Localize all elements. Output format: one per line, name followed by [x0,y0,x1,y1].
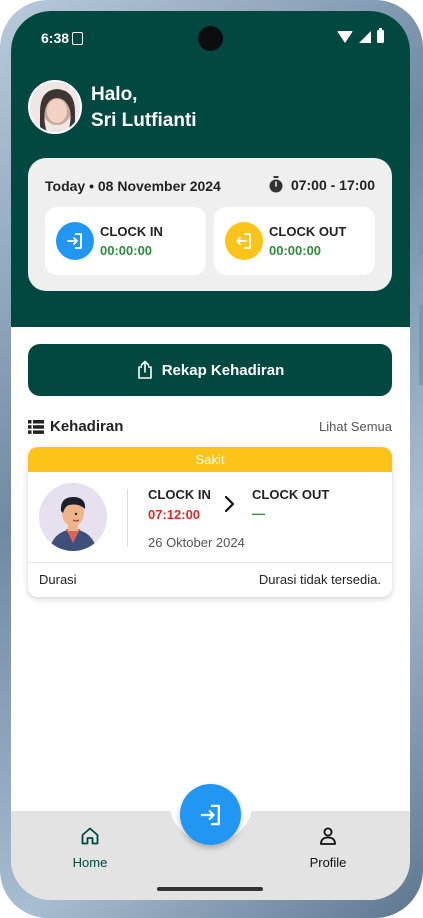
attendance-section-header: Kehadiran Lihat Semua [28,416,392,438]
user-avatar[interactable] [28,80,82,134]
sim-icon [72,32,83,45]
shift-hours: 07:00 - 17:00 [268,176,375,193]
status-time: 6:38 [41,30,70,46]
stopwatch-icon [269,176,283,193]
attendance-avatar [39,483,107,551]
login-icon [200,804,220,825]
attendance-clock-out-label: CLOCK OUT [252,487,330,502]
greeting-hello: Halo, [91,84,138,105]
attendance-separator [28,562,392,563]
status-icons [337,28,384,43]
wifi-icon [337,30,353,43]
see-all-link[interactable]: Lihat Semua [319,419,392,434]
shift-hours-text: 07:00 - 17:00 [290,176,375,193]
gesture-bar[interactable] [157,887,263,891]
nav-home-label: Home [72,855,108,870]
nav-home[interactable]: Home [45,826,135,870]
clock-out-box[interactable]: CLOCK OUT 00:00:00 [214,207,375,275]
person-icon [320,827,336,845]
battery-icon [377,28,384,43]
attendance-card[interactable]: Sakit CLOCK IN 07:12:00 CLOCK OUT — 26 O… [28,447,392,597]
camera-cutout [198,26,223,51]
nav-profile-label: Profile [309,855,347,870]
rekap-kehadiran-button[interactable]: Rekap Kehadiran [28,344,392,396]
power-button [419,305,423,385]
user-name: Sri Lutfianti [91,110,197,131]
attendance-date: 26 Oktober 2024 [148,535,245,550]
volume-button [419,195,423,255]
clock-in-fab[interactable] [180,784,241,845]
list-icon [28,419,44,434]
attendance-clock-out-value: — [252,506,265,521]
attendance-title: Kehadiran [28,418,123,435]
clock-in-box[interactable]: CLOCK IN 00:00:00 [45,207,206,275]
clock-out-label: CLOCK OUT [269,224,347,239]
header: 6:38 Halo, Sri Lutfianti Today • 08 Nove… [11,11,410,327]
duration-value: Durasi tidak tersedia. [258,572,381,587]
attendance-clock-in-value: 07:12:00 [148,507,201,522]
login-icon [56,222,94,260]
phone-frame: 6:38 Halo, Sri Lutfianti Today • 08 Nove… [0,0,423,918]
status-bar: 6:38 [11,11,410,67]
duration-label: Durasi [39,572,77,587]
today-card: Today • 08 November 2024 07:00 - 17:00 C… [28,158,392,291]
avatar-image [30,82,80,132]
screen: 6:38 Halo, Sri Lutfianti Today • 08 Nove… [11,11,410,900]
clock-out-value: 00:00:00 [269,243,322,258]
signal-icon [359,30,371,43]
attendance-status-badge: Sakit [28,447,392,472]
today-date: Today • 08 November 2024 [45,178,221,194]
clock-in-value: 00:00:00 [100,243,153,258]
person-illustration [39,483,107,551]
home-icon [81,827,99,845]
attendance-clock-in-label: CLOCK IN [148,487,211,502]
greeting: Halo, Sri Lutfianti [91,82,197,134]
chevron-right-icon [222,495,236,518]
share-icon [137,360,152,379]
attendance-title-text: Kehadiran [50,418,124,435]
nav-profile[interactable]: Profile [283,826,373,870]
logout-icon [225,222,263,260]
clock-in-label: CLOCK IN [100,224,163,239]
attendance-divider [127,489,128,547]
rekap-label: Rekap Kehadiran [161,361,285,379]
